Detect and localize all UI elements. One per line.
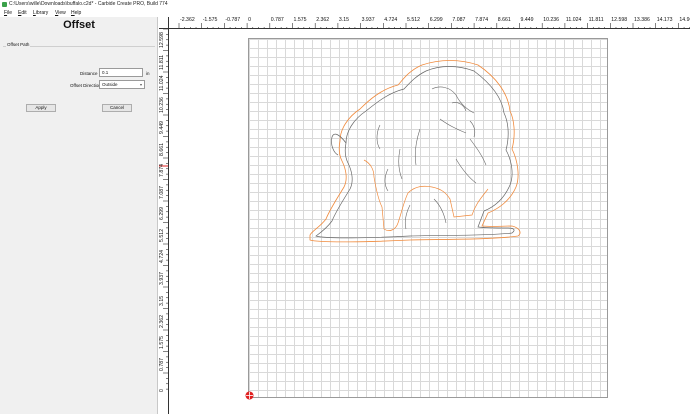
horizontal-ruler-label: 2.362 [316,17,330,23]
horizontal-ruler-label: 3.937 [361,17,375,23]
vertical-ruler-label: 8.661 [159,142,165,156]
apply-button[interactable]: Apply [26,104,56,112]
chevron-down-icon: ▾ [139,82,142,87]
original-path-detail-2[interactable] [376,102,476,192]
distance-input[interactable]: 0.1 [99,68,143,77]
horizontal-ruler-label: 14.173 [656,17,673,23]
horizontal-ruler-label: 11.811 [588,17,604,23]
horizontal-ruler-label: 5.512 [407,17,420,23]
horizontal-ruler-label: 9.449 [520,17,534,23]
vertical-ruler-label: 1.575 [159,336,165,349]
origin-marker-icon [245,391,254,400]
buffalo-artwork[interactable] [170,29,690,414]
horizontal-ruler-label: -2.362 [180,17,195,23]
horizontal-ruler-label: 10.236 [543,17,560,23]
horizontal-ruler-label: 1.575 [293,17,307,23]
menu-bar: File Edit Library View Help [0,9,690,17]
distance-label: Distance [80,71,98,76]
original-path-tail[interactable] [331,133,347,156]
offset-panel: Offset Offset Path Distance 0.1 in Offse… [0,17,158,414]
horizontal-ruler-label: 6.299 [429,17,443,23]
ruler-corner [159,17,169,29]
menu-library[interactable]: Library [33,9,48,17]
horizontal-ruler-label: 7.874 [475,17,489,23]
distance-unit-label: in [146,71,150,76]
vertical-ruler-label: 3.937 [159,271,165,285]
title-bar: C:\Users\wille\Downloads\buffalo.c2d* - … [0,0,690,9]
vertical-ruler-label: 2.362 [159,314,165,328]
menu-file[interactable]: File [4,9,12,17]
panel-title: Offset [63,19,95,31]
horizontal-ruler-label: 0.787 [270,17,284,23]
design-canvas[interactable] [170,29,690,414]
original-path-detail-1[interactable] [398,86,487,230]
menu-edit[interactable]: Edit [18,9,27,17]
horizontal-ruler-label: 14.961 [679,17,690,23]
offset-path-inner[interactable] [363,159,489,231]
offset-path-outer[interactable] [309,60,521,243]
vertical-ruler-label: 0 [159,389,165,392]
window-title: C:\Users\wille\Downloads\buffalo.c2d* - … [9,1,168,7]
vertical-ruler-label: 12.598 [159,32,165,48]
offset-direction-select[interactable]: Outside ▾ [99,80,145,89]
horizontal-ruler-label: 4.724 [384,17,398,23]
carbide-create-icon [2,2,7,7]
offset-path-group-label: Offset Path [6,42,31,47]
horizontal-ruler-label: -0.787 [225,17,241,23]
horizontal-ruler-label: 0 [248,17,251,23]
vertical-ruler: 12.598 11.811 11.024 10.236 9.449 8.661 7.874 7… [159,29,169,414]
horizontal-ruler-label: 7.087 [452,17,466,23]
vertical-ruler-label: 6.299 [159,207,165,220]
vertical-ruler-label: 4.724 [159,250,165,263]
cancel-button[interactable]: Cancel [102,104,132,112]
offset-direction-value: Outside [102,82,118,87]
vertical-ruler-label: 0.787 [159,357,165,371]
menu-help[interactable]: Help [71,9,81,17]
horizontal-ruler-label: 11.024 [565,17,582,23]
horizontal-ruler-label: 12.598 [611,17,628,23]
offset-direction-label: Offset Direction [70,83,101,88]
vertical-ruler-label: 10.236 [159,96,165,113]
vertical-ruler-label: 7.874 [159,164,165,177]
vertical-ruler-label: 5.512 [159,228,165,242]
vertical-ruler-label: 3.15 [159,295,165,306]
vertical-ruler-label: 9.449 [159,121,165,134]
vertical-ruler-label: 7.087 [159,185,165,199]
horizontal-ruler-label: 13.386 [634,17,650,23]
horizontal-ruler: -2.362 -1.575 -0.787 0 0.787 1.575 2.362 3.15 3.… [169,17,690,29]
horizontal-ruler-label: 8.661 [497,17,511,23]
vertical-ruler-label: 11.811 [159,54,165,70]
menu-view[interactable]: View [55,9,66,17]
vertical-ruler-label: 11.024 [159,75,165,91]
horizontal-ruler-label: 3.15 [338,17,349,23]
horizontal-ruler-label: -1.575 [202,17,218,23]
